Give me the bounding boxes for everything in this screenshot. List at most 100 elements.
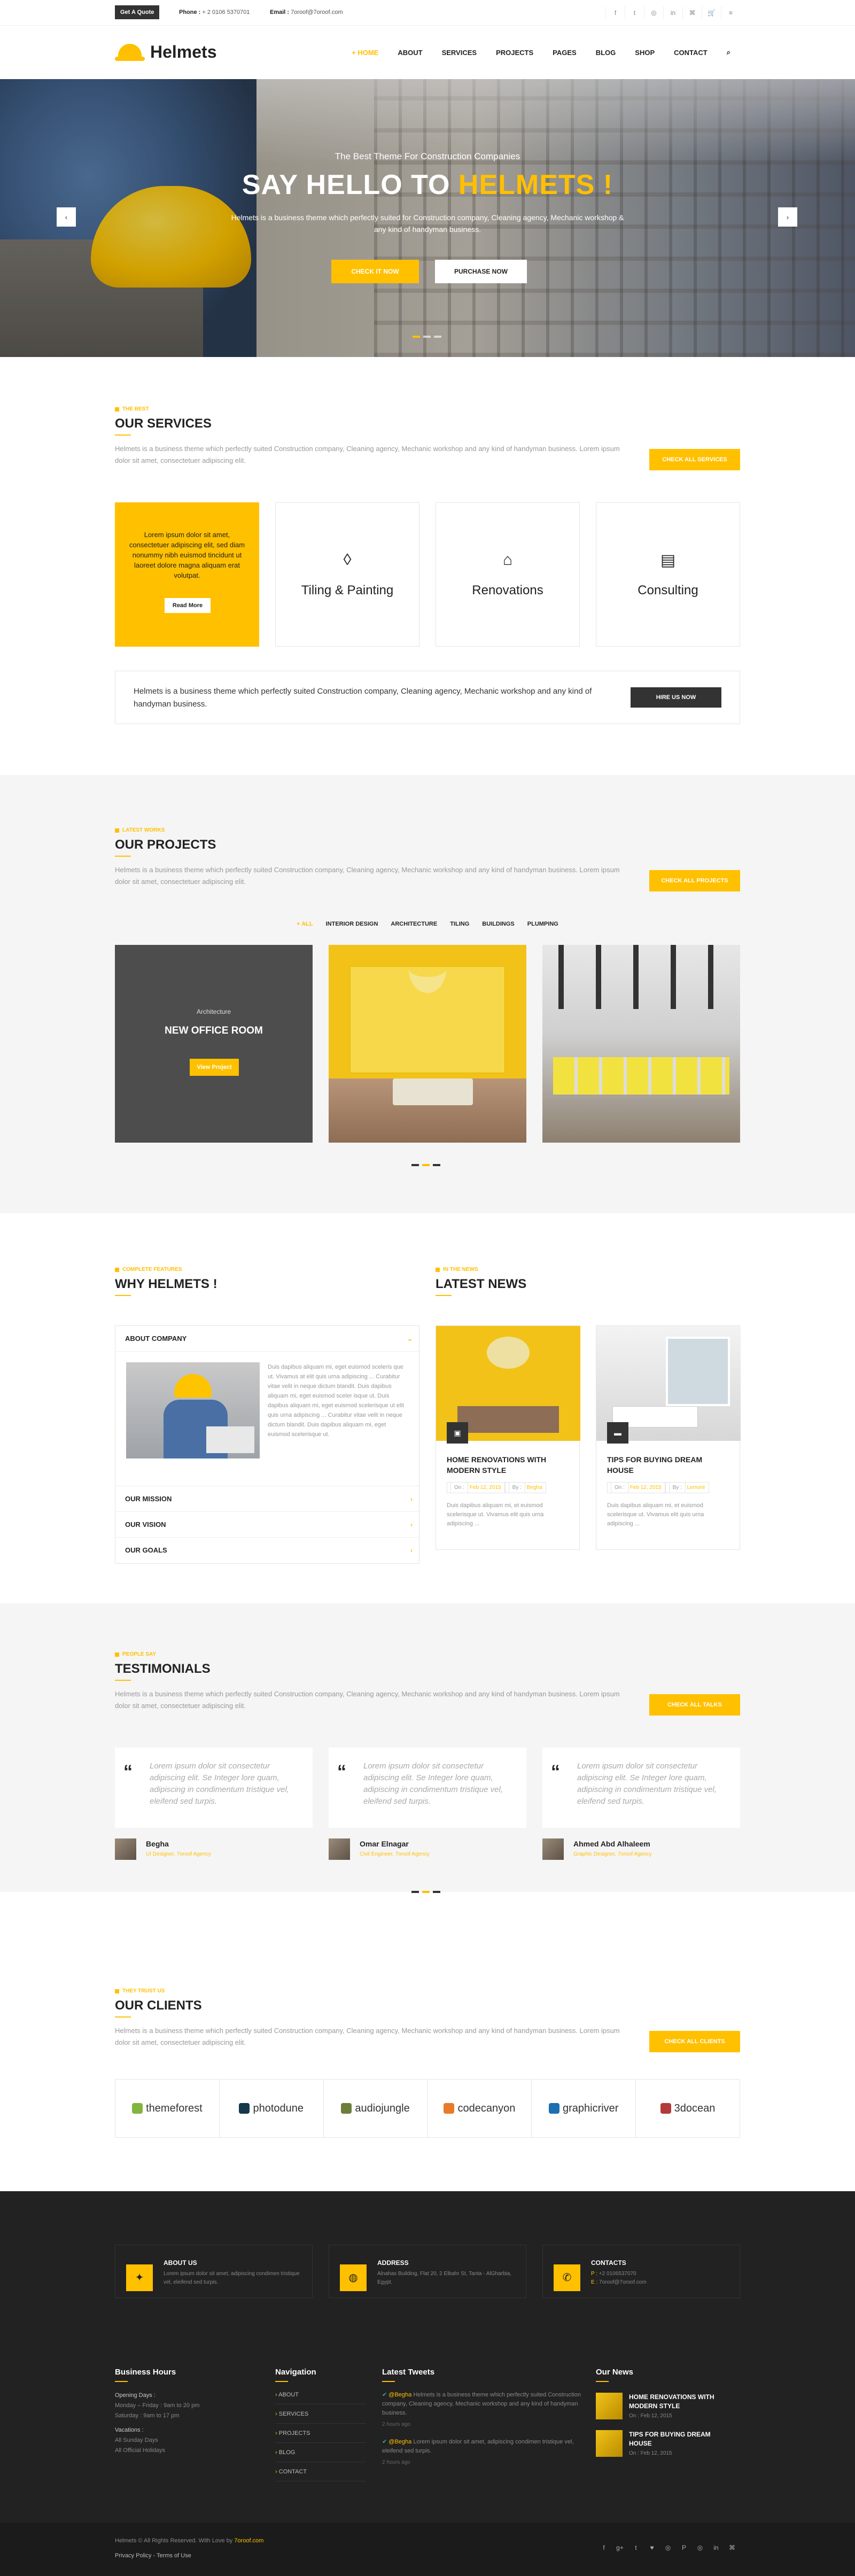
linkedin-icon[interactable]: in bbox=[663, 6, 682, 19]
chevron-right-icon: › bbox=[410, 1495, 413, 1503]
filter-plumping[interactable]: PLUMPING bbox=[527, 921, 558, 927]
policy-links[interactable]: Privacy Policy - Terms of Use bbox=[115, 2552, 191, 2559]
accordion: ABOUT COMPANY ⌄ Duis dapibus aliquam mi, … bbox=[115, 1325, 419, 1564]
footer-our-news: Our News HOME RENOVATIONS WITH MODERN ST… bbox=[596, 2368, 740, 2457]
client-logo[interactable]: codecanyon bbox=[428, 2080, 532, 2137]
carousel-dot[interactable] bbox=[422, 1891, 430, 1893]
filter-buildings[interactable]: BUILDINGS bbox=[482, 921, 515, 927]
news-thumbnail bbox=[596, 2393, 623, 2419]
nav-services[interactable]: SERVICES bbox=[432, 49, 487, 57]
news-section: In The News LATEST NEWS ▣ HOME RENOVATIO… bbox=[436, 1267, 741, 1550]
accordion-header-vision[interactable]: OUR VISION › bbox=[115, 1512, 419, 1538]
slider-dot[interactable] bbox=[423, 336, 431, 338]
filter-architecture[interactable]: ARCHITECTURE bbox=[391, 921, 437, 927]
carousel-dot[interactable] bbox=[422, 1164, 430, 1166]
rss-icon[interactable]: ⌘ bbox=[724, 2544, 740, 2551]
service-card[interactable]: ⌂ Renovations bbox=[436, 502, 580, 647]
menu-icon[interactable]: ≡ bbox=[721, 6, 740, 19]
carousel-dot[interactable] bbox=[411, 1164, 419, 1166]
carousel-dot[interactable] bbox=[411, 1891, 419, 1893]
chevron-right-icon: › bbox=[410, 1547, 413, 1554]
nav-about[interactable]: ABOUT bbox=[388, 49, 432, 57]
footer-news-item[interactable]: TIPS FOR BUYING DREAM HOUSE On : Feb 12, … bbox=[596, 2430, 740, 2457]
nav-home[interactable]: + HOME bbox=[342, 49, 388, 57]
accordion-header-mission[interactable]: OUR MISSION › bbox=[115, 1486, 419, 1512]
check-it-now-button[interactable]: CHECK IT NOW bbox=[331, 260, 419, 283]
check-all-services-button[interactable]: CHECK ALL SERVICES bbox=[649, 449, 740, 470]
footer-nav-about[interactable]: ABOUT bbox=[275, 2385, 366, 2404]
accordion-header-goals[interactable]: OUR GOALS › bbox=[115, 1538, 419, 1563]
read-more-button[interactable]: Read More bbox=[165, 598, 211, 613]
hero-kicker: The Best Theme For Construction Companie… bbox=[335, 151, 520, 161]
check-all-projects-button[interactable]: CHECK ALL PROJECTS bbox=[649, 870, 740, 891]
section-title: LATEST NEWS bbox=[436, 1277, 527, 1291]
project-card[interactable] bbox=[329, 945, 526, 1143]
footer-business-hours: Business Hours Opening Days : Monday – F… bbox=[115, 2368, 200, 2454]
pinterest-icon[interactable]: P bbox=[676, 2544, 692, 2551]
avatar bbox=[542, 1838, 564, 1860]
twitter-icon[interactable]: t bbox=[625, 6, 644, 19]
nav-pages[interactable]: PAGES bbox=[543, 49, 586, 57]
filter-interior-design[interactable]: INTERIOR DESIGN bbox=[326, 921, 378, 927]
check-all-clients-button[interactable]: CHECK ALL CLIENTS bbox=[649, 2031, 740, 2052]
footer-social: f g+ t ♥ ◎ P ◎ in ⌘ bbox=[596, 2544, 740, 2551]
client-logo[interactable]: themeforest bbox=[115, 2080, 220, 2137]
instagram-icon[interactable]: ◎ bbox=[644, 6, 663, 19]
project-card[interactable] bbox=[542, 945, 740, 1143]
hire-us-banner: Helmets is a business theme which perfec… bbox=[115, 671, 740, 724]
image-icon: ▣ bbox=[447, 1422, 468, 1444]
search-icon[interactable]: ⌕ bbox=[717, 48, 740, 57]
slider-next-icon[interactable]: › bbox=[778, 207, 797, 227]
hire-us-button[interactable]: HIRE US NOW bbox=[631, 687, 721, 708]
client-logo[interactable]: audiojungle bbox=[324, 2080, 428, 2137]
carousel-dot[interactable] bbox=[433, 1164, 440, 1166]
nav-contact[interactable]: CONTACT bbox=[664, 49, 717, 57]
nav-projects[interactable]: PROJECTS bbox=[486, 49, 543, 57]
worker-laptop-image bbox=[126, 1362, 260, 1458]
footer-nav-services[interactable]: SERVICES bbox=[275, 2404, 366, 2424]
footer-news-item[interactable]: HOME RENOVATIONS WITH MODERN STYLE On : F… bbox=[596, 2393, 740, 2419]
tweet: ✔ @Begha Helmets is a business theme whi… bbox=[382, 2392, 581, 2427]
accordion-header-about[interactable]: ABOUT COMPANY ⌄ bbox=[115, 1326, 419, 1352]
footer-nav-projects[interactable]: PROJECTS bbox=[275, 2424, 366, 2443]
rss-icon[interactable]: ⌘ bbox=[682, 6, 702, 19]
site-logo[interactable]: Helmets bbox=[115, 41, 217, 63]
service-card[interactable]: ◊ Tiling & Painting bbox=[275, 502, 419, 647]
google-plus-icon[interactable]: g+ bbox=[612, 2544, 628, 2551]
project-card-hover[interactable]: Architecture NEW OFFICE ROOM View Projec… bbox=[115, 945, 313, 1143]
facebook-icon[interactable]: f bbox=[605, 6, 625, 19]
slider-prev-icon[interactable]: ‹ bbox=[57, 207, 76, 227]
instagram-icon[interactable]: ◎ bbox=[692, 2544, 708, 2551]
service-card[interactable]: ▤ Consulting bbox=[596, 502, 740, 647]
slider-dot[interactable] bbox=[413, 336, 420, 338]
filter-tiling[interactable]: TILING bbox=[450, 921, 469, 927]
view-project-button[interactable]: View Project bbox=[190, 1059, 239, 1076]
client-logo[interactable]: graphicriver bbox=[532, 2080, 636, 2137]
section-kicker: Complete Features bbox=[115, 1267, 419, 1273]
client-logo[interactable]: photodune bbox=[220, 2080, 324, 2137]
audiojungle-logo-icon bbox=[341, 2103, 352, 2114]
carousel-dot[interactable] bbox=[433, 1891, 440, 1893]
footer-nav-contact[interactable]: CONTACT bbox=[275, 2462, 366, 2481]
nav-blog[interactable]: BLOG bbox=[586, 49, 626, 57]
avatar bbox=[115, 1838, 136, 1860]
check-all-talks-button[interactable]: CHECK ALL TALKS bbox=[649, 1694, 740, 1716]
news-card[interactable]: ▣ HOME RENOVATIONS WITH MODERN STYLE On … bbox=[436, 1325, 580, 1550]
nav-shop[interactable]: SHOP bbox=[625, 49, 664, 57]
facebook-icon[interactable]: f bbox=[596, 2544, 612, 2551]
testimonials-section: People Say TESTIMONIALS Helmets is a bus… bbox=[115, 1651, 740, 1893]
get-quote-button[interactable]: Get A Quote bbox=[115, 5, 160, 19]
slider-dot[interactable] bbox=[434, 336, 441, 338]
twitter-icon[interactable]: t bbox=[628, 2544, 644, 2551]
dribbble-icon[interactable]: ◎ bbox=[660, 2544, 676, 2551]
cart-icon[interactable]: 🛒 bbox=[702, 6, 721, 19]
client-logo[interactable]: 3docean bbox=[636, 2080, 740, 2137]
heart-icon[interactable]: ♥ bbox=[644, 2544, 660, 2551]
filter-all[interactable]: + ALL bbox=[297, 921, 313, 927]
linkedin-icon[interactable]: in bbox=[708, 2544, 724, 2551]
brand-name: Helmets bbox=[150, 42, 217, 61]
purchase-now-button[interactable]: PURCHASE NOW bbox=[435, 260, 527, 283]
news-thumbnail bbox=[596, 2430, 623, 2457]
news-card[interactable]: ▬ TIPS FOR BUYING DREAM HOUSE On : Feb 1… bbox=[596, 1325, 741, 1550]
footer-nav-blog[interactable]: BLOG bbox=[275, 2443, 366, 2462]
